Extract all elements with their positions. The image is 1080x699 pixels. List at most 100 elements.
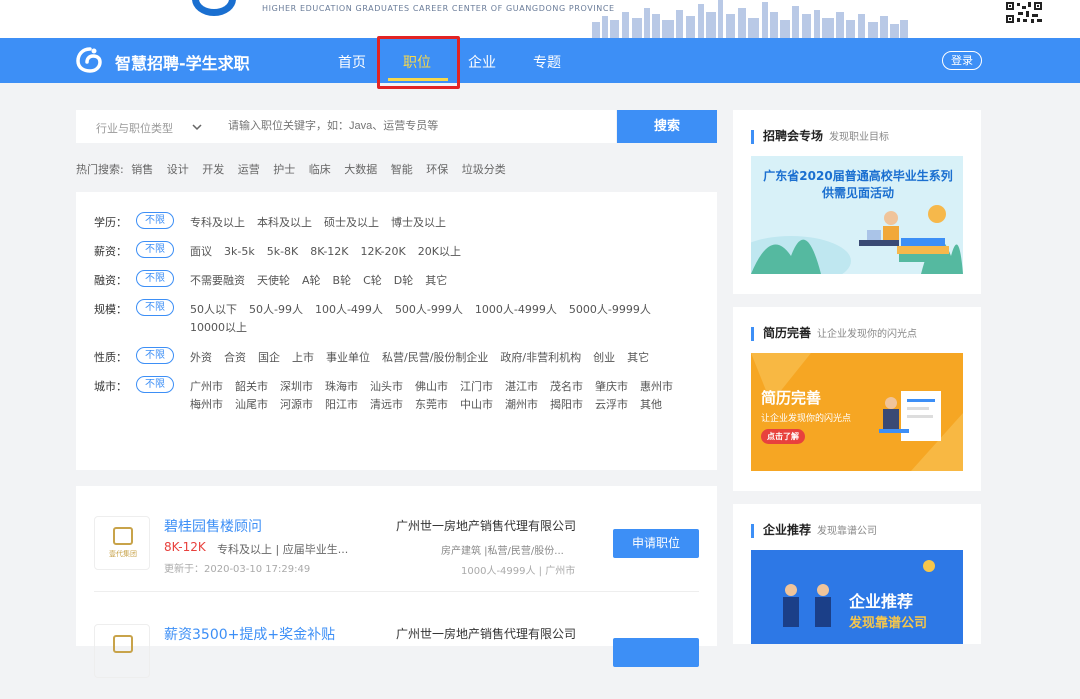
login-button[interactable]: 登录 bbox=[942, 51, 982, 70]
company-banner[interactable]: 企业推荐 发现靠谱公司 bbox=[751, 550, 963, 644]
filter-option[interactable]: 面议 bbox=[190, 243, 212, 261]
filter-option[interactable]: 100人-499人 bbox=[315, 301, 383, 319]
company-logo-icon bbox=[113, 527, 133, 545]
filter-option[interactable]: 揭阳市 bbox=[550, 396, 583, 414]
resume-learn-more-button[interactable]: 点击了解 bbox=[761, 429, 805, 444]
search-bar: 行业与职位类型 bbox=[76, 110, 616, 143]
filter-option[interactable]: 本科及以上 bbox=[257, 214, 312, 232]
filter-option[interactable]: 江门市 bbox=[460, 378, 493, 396]
filter-option[interactable]: 惠州市 bbox=[640, 378, 673, 396]
filter-option[interactable]: 河源市 bbox=[280, 396, 313, 414]
filter-any-button[interactable]: 不限 bbox=[136, 376, 174, 393]
job-type-select[interactable]: 行业与职位类型 bbox=[96, 120, 173, 136]
filter-option[interactable]: 茂名市 bbox=[550, 378, 583, 396]
filter-option[interactable]: 专科及以上 bbox=[190, 214, 245, 232]
hot-search-term[interactable]: 智能 bbox=[391, 163, 413, 176]
nav-item-topics[interactable]: 专题 bbox=[533, 52, 561, 72]
filter-option[interactable]: 其它 bbox=[425, 272, 447, 290]
filter-option[interactable]: 汕尾市 bbox=[235, 396, 268, 414]
filter-option[interactable]: 1000人-4999人 bbox=[475, 301, 557, 319]
filter-option[interactable]: 500人-999人 bbox=[395, 301, 463, 319]
filter-option[interactable]: 政府/非营利机构 bbox=[500, 349, 581, 367]
filter-option[interactable]: 中山市 bbox=[460, 396, 493, 414]
filter-option[interactable]: 10000以上 bbox=[190, 319, 247, 337]
job-card[interactable]: 薪资3500+提成+奖金补贴 广州世一房地产销售代理有限公司 bbox=[76, 594, 717, 699]
hot-search-term[interactable]: 设计 bbox=[167, 163, 189, 176]
filter-option[interactable]: A轮 bbox=[302, 272, 321, 290]
hot-search-term[interactable]: 大数据 bbox=[344, 163, 377, 176]
filter-option[interactable]: 外资 bbox=[190, 349, 212, 367]
filter-option[interactable]: B轮 bbox=[333, 272, 352, 290]
hot-search-term[interactable]: 开发 bbox=[202, 163, 224, 176]
search-input[interactable] bbox=[228, 120, 608, 132]
filter-option[interactable]: 深圳市 bbox=[280, 378, 313, 396]
company-logo[interactable]: 壹代集团 bbox=[94, 516, 150, 570]
job-title[interactable]: 薪资3500+提成+奖金补贴 bbox=[164, 624, 335, 644]
search-button[interactable]: 搜索 bbox=[617, 110, 717, 143]
filter-option[interactable]: 私营/民营/股份制企业 bbox=[382, 349, 488, 367]
hot-search-term[interactable]: 运营 bbox=[238, 163, 260, 176]
apply-job-button[interactable] bbox=[613, 638, 699, 667]
resume-banner[interactable]: 简历完善 让企业发现你的闪光点 点击了解 bbox=[751, 353, 963, 471]
filter-option[interactable]: 50人-99人 bbox=[249, 301, 303, 319]
job-card[interactable]: 壹代集团 碧桂园售楼顾问 8K-12K 专科及以上 | 应届毕业生... 更新于… bbox=[76, 486, 717, 592]
filter-option[interactable]: 广州市 bbox=[190, 378, 223, 396]
filter-any-button[interactable]: 不限 bbox=[136, 241, 174, 258]
filter-any-button[interactable]: 不限 bbox=[136, 347, 174, 364]
filter-option[interactable]: 阳江市 bbox=[325, 396, 358, 414]
filter-option[interactable]: 3k-5k bbox=[224, 243, 255, 261]
filter-option[interactable]: 云浮市 bbox=[595, 396, 628, 414]
resume-banner-title: 简历完善 bbox=[761, 389, 822, 407]
hot-search-term[interactable]: 环保 bbox=[426, 163, 448, 176]
company-logo[interactable] bbox=[94, 624, 150, 678]
filter-any-button[interactable]: 不限 bbox=[136, 212, 174, 229]
jobfair-banner[interactable]: 广东省2020届普通高校毕业生系列供需见面活动 bbox=[751, 156, 963, 274]
hot-search-term[interactable]: 护士 bbox=[273, 163, 295, 176]
nav-item-companies[interactable]: 企业 bbox=[468, 52, 496, 72]
filter-option[interactable]: 8K-12K bbox=[310, 243, 348, 261]
job-requirements: 专科及以上 | 应届毕业生... bbox=[217, 543, 349, 556]
filter-option[interactable]: 合资 bbox=[224, 349, 246, 367]
filter-option[interactable]: 东莞市 bbox=[415, 396, 448, 414]
filter-option[interactable]: 上市 bbox=[292, 349, 314, 367]
apply-job-button[interactable]: 申请职位 bbox=[613, 529, 699, 558]
filter-option[interactable]: 佛山市 bbox=[415, 378, 448, 396]
filter-option[interactable]: 梅州市 bbox=[190, 396, 223, 414]
filter-option[interactable]: 博士及以上 bbox=[391, 214, 446, 232]
hot-search-term[interactable]: 临床 bbox=[309, 163, 331, 176]
hot-searches: 热门搜索: 销售 设计 开发 运营 护士 临床 大数据 智能 环保 垃圾分类 bbox=[76, 161, 516, 177]
nav-item-home[interactable]: 首页 bbox=[338, 52, 366, 72]
filter-option[interactable]: 潮州市 bbox=[505, 396, 538, 414]
company-name[interactable]: 广州世一房地产销售代理有限公司 bbox=[396, 517, 576, 534]
filter-option[interactable]: D轮 bbox=[394, 272, 413, 290]
filter-option[interactable]: 5000人-9999人 bbox=[569, 301, 651, 319]
company-name[interactable]: 广州世一房地产销售代理有限公司 bbox=[396, 625, 576, 642]
filter-option[interactable]: 硕士及以上 bbox=[324, 214, 379, 232]
filter-option[interactable]: 汕头市 bbox=[370, 378, 403, 396]
chevron-down-icon[interactable] bbox=[190, 120, 204, 134]
filter-option[interactable]: 湛江市 bbox=[505, 378, 538, 396]
filter-any-button[interactable]: 不限 bbox=[136, 299, 174, 316]
filter-option[interactable]: 其他 bbox=[640, 396, 662, 414]
filter-option[interactable]: 创业 bbox=[593, 349, 615, 367]
filter-option[interactable]: 5k-8K bbox=[267, 243, 299, 261]
job-title[interactable]: 碧桂园售楼顾问 bbox=[164, 516, 262, 536]
filter-option[interactable]: 12K-20K bbox=[361, 243, 406, 261]
brand-name[interactable]: 智慧招聘-学生求职 bbox=[115, 50, 250, 74]
filter-option[interactable]: 50人以下 bbox=[190, 301, 237, 319]
filter-option[interactable]: C轮 bbox=[363, 272, 382, 290]
filter-any-button[interactable]: 不限 bbox=[136, 270, 174, 287]
filter-option[interactable]: 天使轮 bbox=[257, 272, 290, 290]
hot-search-term[interactable]: 垃圾分类 bbox=[462, 163, 506, 176]
filter-option[interactable]: 不需要融资 bbox=[190, 272, 245, 290]
filter-option[interactable]: 20K以上 bbox=[418, 243, 461, 261]
filter-option[interactable]: 韶关市 bbox=[235, 378, 268, 396]
filter-option[interactable]: 珠海市 bbox=[325, 378, 358, 396]
filter-option[interactable]: 事业单位 bbox=[326, 349, 370, 367]
filter-option[interactable]: 清远市 bbox=[370, 396, 403, 414]
filter-option[interactable]: 其它 bbox=[627, 349, 649, 367]
brand-logo-icon[interactable] bbox=[76, 47, 104, 73]
filter-option[interactable]: 国企 bbox=[258, 349, 280, 367]
filter-option[interactable]: 肇庆市 bbox=[595, 378, 628, 396]
hot-search-term[interactable]: 销售 bbox=[131, 163, 153, 176]
